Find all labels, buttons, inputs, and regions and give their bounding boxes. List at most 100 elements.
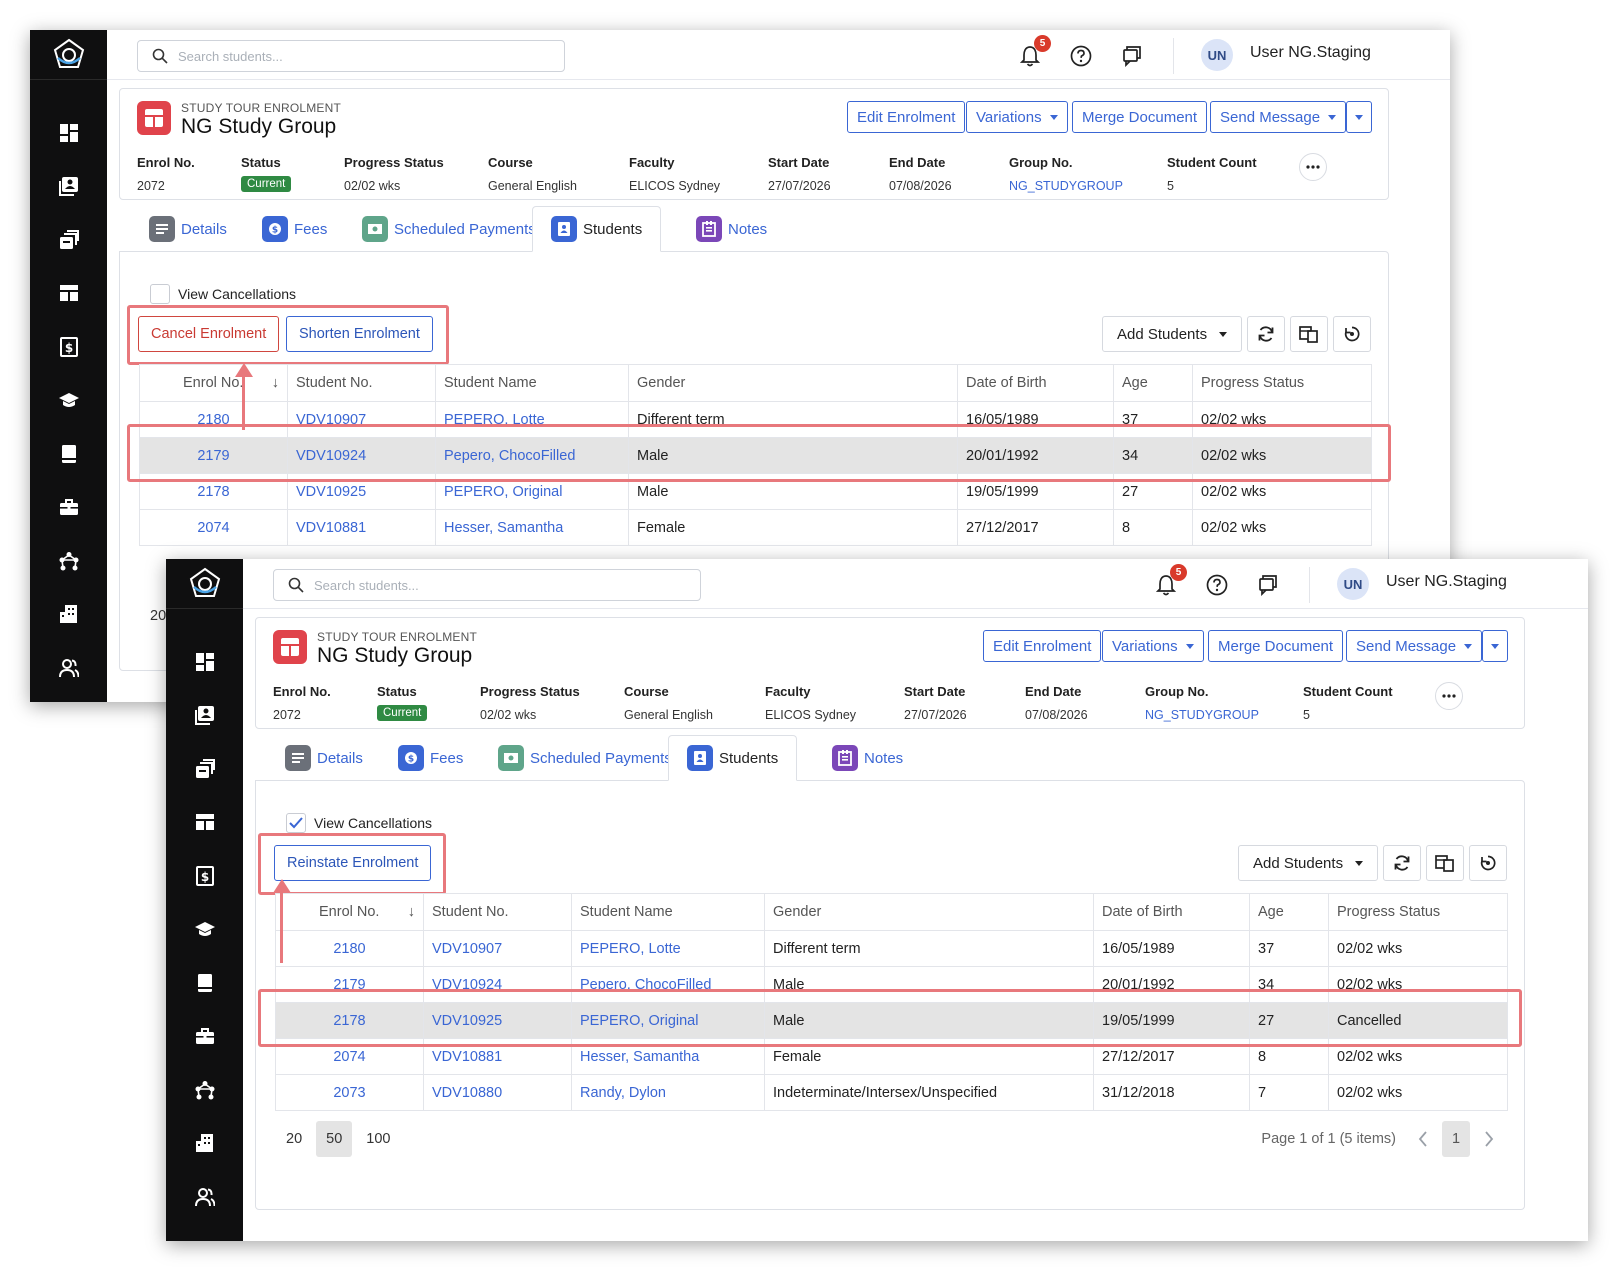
search-input[interactable] [178,48,538,64]
edit-enrolment-button[interactable]: Edit Enrolment [847,101,966,133]
table-cell[interactable]: PEPERO, Lotte [571,930,765,967]
sidebar-item-enrolments[interactable] [166,742,243,796]
search-box[interactable] [137,40,565,72]
table-row[interactable]: 2180 VDV10907 PEPERO, Lotte Different term 1… [139,401,1372,438]
sidebar-item-network[interactable] [166,1063,243,1117]
table-cell[interactable]: Pepero, ChocoFilled [435,437,629,474]
table-cell[interactable]: 2178 [139,473,288,510]
column-header[interactable]: Student No. [423,893,572,931]
group-link[interactable]: NG_STUDYGROUP [1145,708,1259,722]
search-box[interactable] [273,569,701,601]
variations-dropdown[interactable]: Variations [1102,630,1204,662]
refresh-button[interactable] [1247,316,1285,352]
add-students-dropdown[interactable]: Add Students [1238,845,1379,881]
cancel-enrolment-button[interactable]: Cancel Enrolment [138,316,280,352]
variations-dropdown[interactable]: Variations [966,101,1068,133]
tab-fees[interactable]: $ Fees [262,206,327,252]
send-message-dropdown[interactable]: Send Message [1346,630,1483,662]
column-header[interactable]: Progress Status [1328,893,1508,931]
more-button[interactable] [1435,682,1463,710]
sidebar-item-building[interactable] [166,1117,243,1171]
table-cell[interactable]: VDV10924 [423,966,572,1003]
table-cell[interactable]: 2074 [275,1038,424,1075]
more-button[interactable] [1299,153,1327,181]
table-cell[interactable]: 2180 [139,401,288,438]
table-cell[interactable]: PEPERO, Original [435,473,629,510]
sidebar-item-book[interactable] [166,956,243,1010]
merge-document-button[interactable]: Merge Document [1072,101,1208,133]
table-cell[interactable]: VDV10924 [287,437,436,474]
send-message-dropdown[interactable]: Send Message [1210,101,1347,133]
checkbox[interactable] [150,284,170,304]
table-cell[interactable]: 2074 [139,509,288,546]
chevron-right-icon[interactable] [1484,1131,1494,1147]
sidebar-item-briefcase[interactable] [166,1010,243,1064]
table-row[interactable]: 2074 VDV10881 Hesser, Samantha Female 27/12/… [139,509,1372,546]
sidebar-item-network[interactable] [30,534,107,588]
column-header[interactable]: Progress Status [1192,364,1372,402]
messages-button[interactable] [1119,43,1145,69]
edit-enrolment-button[interactable]: Edit Enrolment [983,630,1102,662]
table-cell[interactable]: VDV10881 [287,509,436,546]
table-row[interactable]: 2073 VDV10880 Randy, Dylon Indeterminate/In… [275,1074,1508,1111]
column-header[interactable]: Date of Birth [1093,893,1250,931]
sidebar-item-graduation[interactable] [30,374,107,428]
app-logo[interactable] [166,559,243,609]
sidebar-item-briefcase[interactable] [30,481,107,535]
tab-students[interactable]: Students [668,735,798,781]
columns-button[interactable] [1290,316,1328,352]
table-cell[interactable]: Hesser, Samantha [435,509,629,546]
sort-arrow-icon[interactable]: ↓ [272,375,279,391]
app-logo[interactable] [30,30,107,80]
table-cell[interactable]: PEPERO, Lotte [435,401,629,438]
table-cell[interactable]: VDV10881 [423,1038,572,1075]
table-cell[interactable]: Hesser, Samantha [571,1038,765,1075]
table-row[interactable]: 2179 VDV10924 Pepero, ChocoFilled Male 20/01… [275,966,1508,1003]
column-header[interactable]: Student No. [287,364,436,402]
checkbox[interactable] [286,813,306,833]
table-row[interactable]: 2178 VDV10925 PEPERO, Original Male 19/05/19… [139,473,1372,510]
column-header[interactable]: Student Name [571,893,765,931]
page-size-option[interactable]: 20 [276,1121,312,1157]
column-header[interactable]: Age [1249,893,1329,931]
table-cell[interactable]: VDV10907 [423,930,572,967]
page-number[interactable]: 1 [1442,1121,1470,1157]
table-cell[interactable]: 2180 [275,930,424,967]
tab-fees[interactable]: $ Fees [398,735,463,781]
more-actions-dropdown[interactable] [1346,101,1372,133]
table-cell[interactable]: 2178 [275,1002,424,1039]
merge-document-button[interactable]: Merge Document [1208,630,1344,662]
sidebar-item-users[interactable] [30,641,107,695]
help-button[interactable] [1068,43,1094,69]
user-name[interactable]: User NG.Staging [1250,44,1371,62]
group-link[interactable]: NG_STUDYGROUP [1009,179,1123,193]
sidebar-item-fees[interactable]: $ [166,849,243,903]
sidebar-item-fees[interactable]: $ [30,320,107,374]
table-row[interactable]: 2074 VDV10881 Hesser, Samantha Female 27/12/… [275,1038,1508,1075]
table-cell[interactable]: VDV10907 [287,401,436,438]
sidebar-item-layout[interactable] [166,796,243,850]
more-actions-dropdown[interactable] [1482,630,1508,662]
column-header[interactable]: Gender [628,364,958,402]
table-row[interactable]: 2179 VDV10924 Pepero, ChocoFilled Male 20/01… [139,437,1372,474]
table-cell[interactable]: 2179 [139,437,288,474]
sidebar-item-building[interactable] [30,588,107,642]
avatar[interactable]: UN [1201,39,1233,71]
sidebar-item-dashboard[interactable] [166,635,243,689]
refresh-button[interactable] [1383,845,1421,881]
column-header[interactable]: Date of Birth [957,364,1114,402]
tab-students[interactable]: Students [532,206,662,252]
column-header[interactable]: Gender [764,893,1094,931]
page-size-option[interactable]: 100 [356,1121,400,1157]
tab-notes[interactable]: Notes [696,206,767,252]
reset-button[interactable] [1469,845,1507,881]
view-cancellations-toggle[interactable]: View Cancellations [150,284,296,304]
sidebar-item-layout[interactable] [30,267,107,321]
sidebar-item-student-card[interactable] [166,689,243,743]
table-cell[interactable]: PEPERO, Original [571,1002,765,1039]
tab-details[interactable]: Details [285,735,363,781]
add-students-dropdown[interactable]: Add Students [1102,316,1243,352]
table-row[interactable]: 2180 VDV10907 PEPERO, Lotte Different term 1… [275,930,1508,967]
chevron-left-icon[interactable] [1418,1131,1428,1147]
reinstate-enrolment-button[interactable]: Reinstate Enrolment [274,845,432,881]
